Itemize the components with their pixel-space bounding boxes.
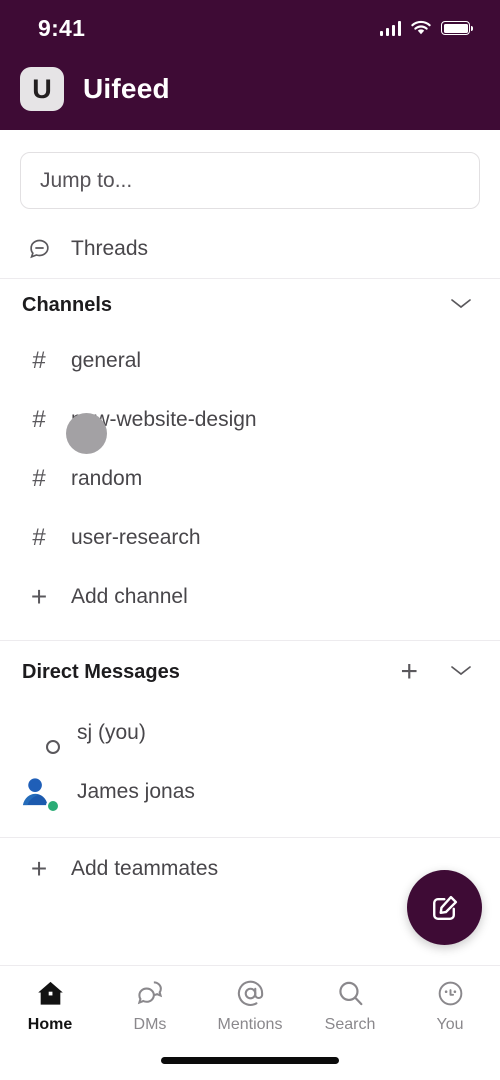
dm-list-item[interactable]: James jonas xyxy=(0,762,500,821)
tab-label: Search xyxy=(324,1016,376,1033)
home-indicator xyxy=(161,1057,339,1064)
tab-you[interactable]: You xyxy=(400,978,500,1034)
chevron-down-icon[interactable] xyxy=(448,295,474,316)
dm-list-item[interactable]: sj (you) xyxy=(0,703,500,762)
presence-away-indicator xyxy=(46,740,60,754)
workspace-logo: U xyxy=(20,67,64,111)
sidebar-item-channel[interactable]: # general xyxy=(0,331,500,390)
tab-label: Mentions xyxy=(217,1016,283,1033)
workspace-name: Uifeed xyxy=(83,73,170,104)
plus-icon: + xyxy=(30,580,48,612)
face-avatar-icon xyxy=(438,981,462,1006)
add-teammates-label: Add teammates xyxy=(71,857,219,880)
compose-button[interactable] xyxy=(407,870,482,945)
app-screen: 9:41 U Uifeed Jump to... Threads Channel… xyxy=(0,0,500,1080)
app-header: 9:41 U Uifeed xyxy=(0,0,500,130)
hash-icon: # xyxy=(32,523,46,551)
hash-icon: # xyxy=(32,346,46,374)
workspace-header[interactable]: U Uifeed xyxy=(0,56,500,122)
dm-actions: + xyxy=(400,657,474,687)
tab-home[interactable]: Home xyxy=(0,978,100,1034)
search-input[interactable]: Jump to... xyxy=(20,152,480,209)
tab-label: DMs xyxy=(133,1016,167,1033)
add-channel-label: Add channel xyxy=(71,584,188,608)
channels-section-header[interactable]: Channels xyxy=(0,279,500,331)
tab-label: Home xyxy=(27,1016,73,1033)
channels-title: Channels xyxy=(22,293,113,316)
search-placeholder: Jump to... xyxy=(40,168,133,192)
chat-bubbles-icon xyxy=(137,981,162,1005)
status-bar-time: 9:41 xyxy=(38,14,86,41)
sidebar-item-threads[interactable]: Threads xyxy=(0,219,500,278)
dm-name: sj (you) xyxy=(77,720,146,744)
tab-mentions[interactable]: Mentions xyxy=(200,978,300,1034)
search-container: Jump to... xyxy=(0,130,500,209)
status-bar: 9:41 xyxy=(0,0,500,56)
battery-icon xyxy=(441,21,473,35)
status-bar-icons xyxy=(379,20,473,36)
magnifier-icon xyxy=(338,981,362,1006)
threads-label: Threads xyxy=(71,236,149,260)
add-channel-button[interactable]: + Add channel xyxy=(0,567,500,626)
tab-search[interactable]: Search xyxy=(300,978,400,1034)
compose-pencil-icon xyxy=(432,895,457,920)
channel-label: user-research xyxy=(71,525,201,549)
plus-icon: + xyxy=(30,853,48,884)
channel-label: random xyxy=(71,466,143,490)
dm-title: Direct Messages xyxy=(22,660,180,683)
sidebar-item-channel[interactable]: # user-research xyxy=(0,508,500,567)
channel-label: general xyxy=(71,348,142,372)
at-sign-icon xyxy=(237,980,263,1006)
plus-icon[interactable]: + xyxy=(400,657,418,687)
avatar xyxy=(20,715,60,754)
touch-point xyxy=(66,413,107,454)
sidebar-item-channel[interactable]: # random xyxy=(0,449,500,508)
bottom-tab-bar: Home DMs Mentions Search You xyxy=(0,965,500,1080)
tab-dms[interactable]: DMs xyxy=(100,978,200,1034)
dm-name: James jonas xyxy=(77,779,195,803)
dm-section-header[interactable]: Direct Messages + xyxy=(0,641,500,703)
wifi-icon xyxy=(411,20,431,35)
chevron-down-icon[interactable] xyxy=(448,662,474,683)
presence-online-indicator xyxy=(46,799,60,813)
hash-icon: # xyxy=(32,405,46,433)
sidebar-content: Jump to... Threads Channels # general # … xyxy=(0,130,500,965)
thread-bubble-icon xyxy=(24,236,54,261)
tab-label: You xyxy=(436,1016,464,1033)
home-icon xyxy=(37,981,63,1005)
channels-actions xyxy=(448,295,474,316)
hash-icon: # xyxy=(32,464,46,492)
avatar xyxy=(20,774,60,813)
cellular-signal-icon xyxy=(379,20,401,36)
